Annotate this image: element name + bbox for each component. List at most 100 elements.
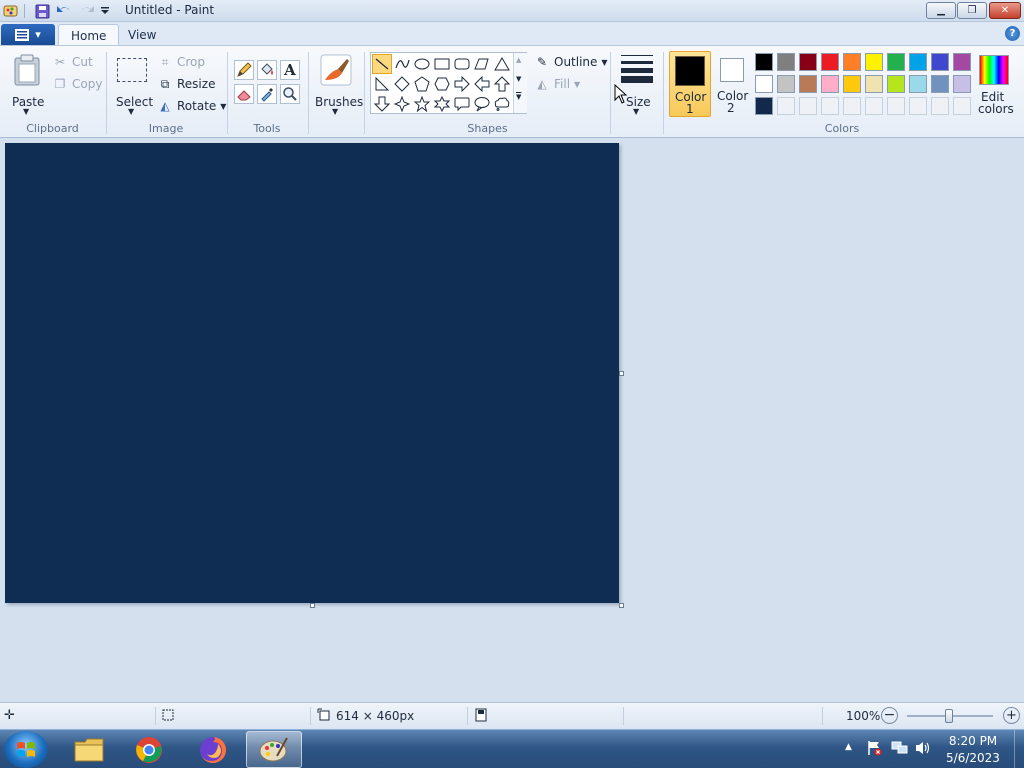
network-icon[interactable]: [891, 740, 909, 759]
palette-swatch[interactable]: [909, 75, 927, 93]
minimize-button[interactable]: ▁: [926, 2, 956, 19]
scroll-up-icon[interactable]: ▲: [516, 56, 521, 64]
shape-rounded-rectangle[interactable]: [452, 54, 472, 74]
customize-quick-access-icon[interactable]: [100, 2, 110, 20]
brushes-button[interactable]: Brushes ▼: [313, 52, 363, 116]
palette-swatch[interactable]: [843, 75, 861, 93]
taskbar-clock[interactable]: 8:20 PM 5/6/2023: [936, 733, 1010, 767]
palette-empty-slot[interactable]: [909, 97, 927, 115]
show-desktop-button[interactable]: [1014, 730, 1024, 768]
palette-swatch[interactable]: [931, 75, 949, 93]
taskbar-firefox[interactable]: [185, 731, 241, 768]
palette-swatch[interactable]: [953, 75, 971, 93]
text-tool[interactable]: A: [280, 60, 300, 80]
save-icon[interactable]: [35, 2, 50, 20]
palette-swatch[interactable]: [887, 53, 905, 71]
palette-swatch[interactable]: [799, 75, 817, 93]
palette-empty-slot[interactable]: [799, 97, 817, 115]
shape-up-arrow[interactable]: [492, 74, 512, 94]
shape-left-arrow[interactable]: [472, 74, 492, 94]
taskbar-paint[interactable]: [246, 731, 302, 768]
taskbar-chrome[interactable]: [121, 731, 177, 768]
palette-empty-slot[interactable]: [777, 97, 795, 115]
shape-six-point-star[interactable]: [432, 94, 452, 114]
crop-button[interactable]: ⌗ Crop: [157, 54, 205, 70]
color-picker-tool[interactable]: [257, 84, 277, 104]
eraser-tool[interactable]: [234, 84, 254, 104]
palette-empty-slot[interactable]: [931, 97, 949, 115]
canvas-resize-handle-corner[interactable]: [619, 603, 624, 608]
palette-swatch[interactable]: [821, 53, 839, 71]
shape-five-point-star[interactable]: [412, 94, 432, 114]
palette-swatch[interactable]: [755, 97, 773, 115]
shapes-scrollbar[interactable]: ▲ ▼ ▼: [513, 53, 527, 113]
palette-swatch[interactable]: [887, 75, 905, 93]
taskbar-file-explorer[interactable]: [61, 731, 117, 768]
palette-swatch[interactable]: [953, 53, 971, 71]
show-hidden-icons-button[interactable]: ▲: [845, 742, 852, 752]
palette-empty-slot[interactable]: [821, 97, 839, 115]
shape-oval[interactable]: [412, 54, 432, 74]
shape-line[interactable]: [372, 54, 392, 74]
edit-colors-button[interactable]: Edit colors: [975, 52, 1015, 116]
paint-app-icon[interactable]: [3, 2, 19, 20]
palette-swatch[interactable]: [755, 75, 773, 93]
palette-swatch[interactable]: [865, 53, 883, 71]
color-1-button[interactable]: Color 1: [669, 51, 711, 117]
palette-swatch[interactable]: [865, 75, 883, 93]
color-2-button[interactable]: Color 2: [713, 51, 751, 117]
shape-four-point-star[interactable]: [392, 94, 412, 114]
outline-button[interactable]: ✎ Outline ▼: [534, 54, 608, 70]
canvas-resize-handle-bottom[interactable]: [310, 603, 315, 608]
palette-swatch[interactable]: [931, 53, 949, 71]
undo-icon[interactable]: [56, 2, 72, 20]
shape-cloud-callout[interactable]: [492, 94, 512, 114]
shape-right-arrow[interactable]: [452, 74, 472, 94]
palette-swatch[interactable]: [799, 53, 817, 71]
canvas-workspace[interactable]: [0, 84, 1024, 702]
redo-icon[interactable]: [79, 2, 95, 20]
pencil-tool[interactable]: [234, 60, 254, 80]
resize-button[interactable]: ⧉ Resize: [157, 76, 216, 92]
cut-button[interactable]: ✂ Cut: [52, 54, 93, 70]
palette-swatch[interactable]: [777, 53, 795, 71]
scroll-down-icon[interactable]: ▼: [516, 75, 521, 83]
shape-pentagon[interactable]: [412, 74, 432, 94]
palette-swatch[interactable]: [843, 53, 861, 71]
shape-curve[interactable]: [392, 54, 412, 74]
palette-swatch[interactable]: [755, 53, 773, 71]
palette-empty-slot[interactable]: [953, 97, 971, 115]
tab-view[interactable]: View: [116, 24, 168, 46]
shape-diamond[interactable]: [392, 74, 412, 94]
drawing-canvas[interactable]: [5, 143, 619, 603]
shape-hexagon[interactable]: [432, 74, 452, 94]
zoom-out-button[interactable]: −: [881, 707, 898, 724]
palette-empty-slot[interactable]: [887, 97, 905, 115]
shape-rounded-callout[interactable]: [452, 94, 472, 114]
shape-right-triangle[interactable]: [372, 74, 392, 94]
start-button[interactable]: [4, 731, 48, 768]
shape-rectangle[interactable]: [432, 54, 452, 74]
fill-tool[interactable]: [257, 60, 277, 80]
expand-gallery-icon[interactable]: ▼: [516, 93, 521, 101]
shape-polygon[interactable]: [472, 54, 492, 74]
shape-oval-callout[interactable]: [472, 94, 492, 114]
palette-swatch[interactable]: [821, 75, 839, 93]
tab-home[interactable]: Home: [58, 24, 120, 46]
select-button[interactable]: Select ▼: [113, 52, 153, 116]
magnifier-tool[interactable]: [280, 84, 300, 104]
rotate-button[interactable]: ◭ Rotate ▼: [157, 98, 226, 114]
canvas-resize-handle-right[interactable]: [619, 371, 624, 376]
help-button[interactable]: ?: [1005, 26, 1020, 41]
palette-empty-slot[interactable]: [843, 97, 861, 115]
maximize-button[interactable]: ❐: [957, 2, 987, 19]
shape-down-arrow[interactable]: [372, 94, 392, 114]
palette-empty-slot[interactable]: [865, 97, 883, 115]
close-button[interactable]: ✕: [989, 2, 1021, 19]
zoom-slider-thumb[interactable]: [945, 709, 953, 723]
palette-swatch[interactable]: [777, 75, 795, 93]
fill-button[interactable]: ◭ Fill ▼: [534, 76, 580, 92]
zoom-in-button[interactable]: +: [1003, 707, 1020, 724]
action-center-icon[interactable]: [866, 740, 882, 759]
copy-button[interactable]: ❐ Copy: [52, 76, 103, 92]
